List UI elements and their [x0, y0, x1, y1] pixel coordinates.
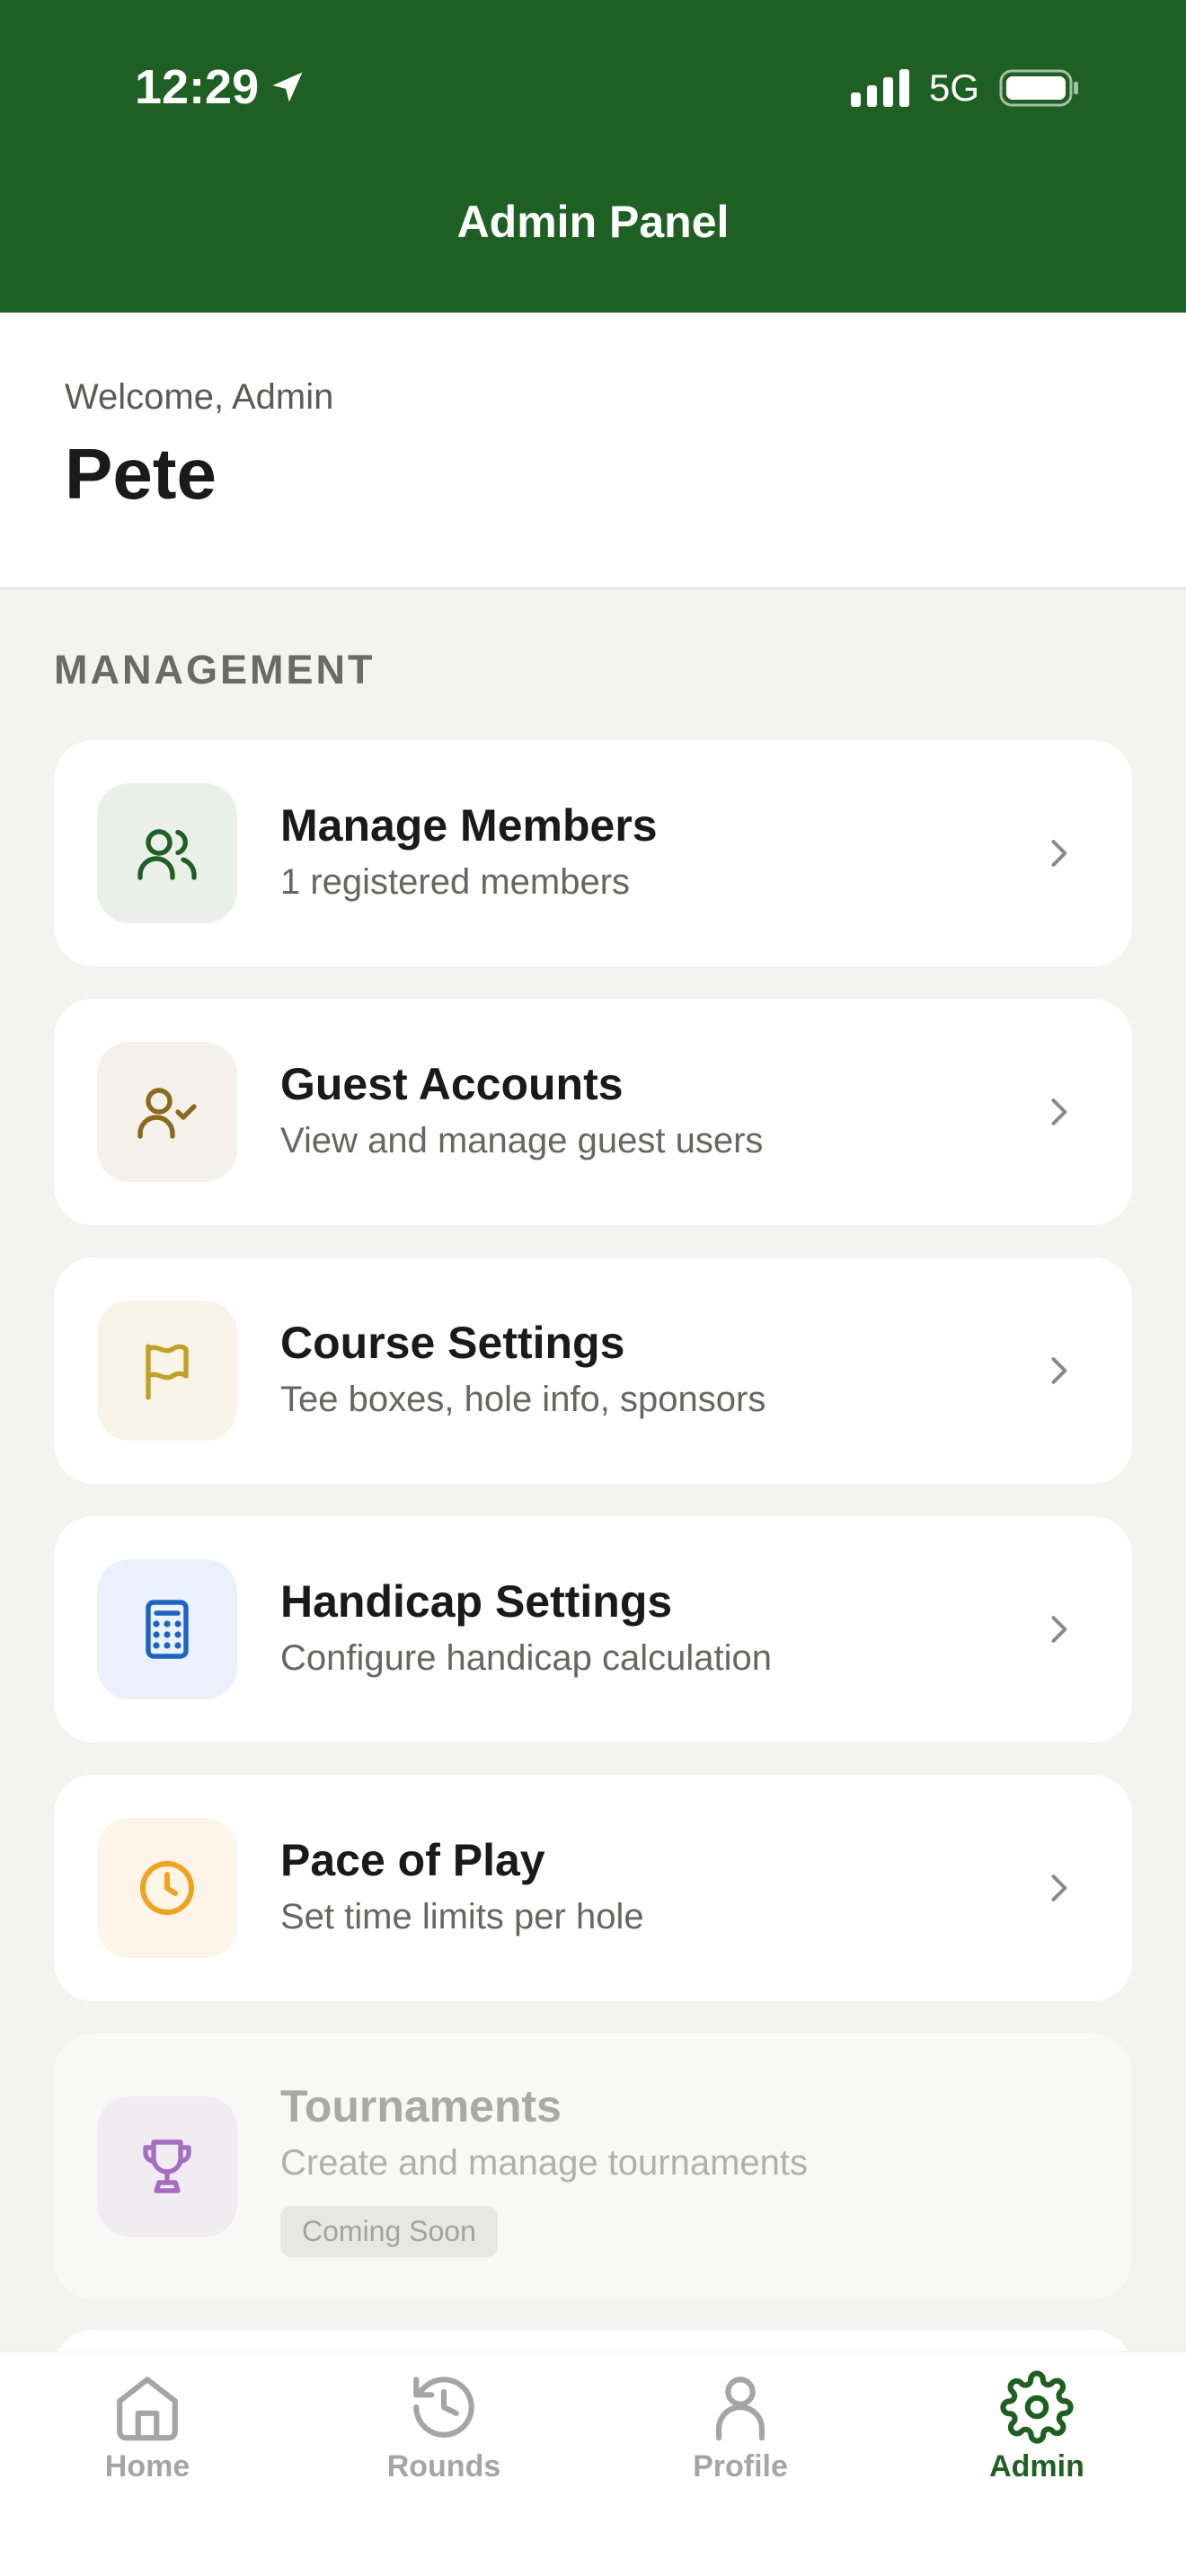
clock-icon [140, 1861, 194, 1915]
card-title: Guest Accounts [280, 1059, 624, 1109]
tab-label: Admin [989, 2449, 1084, 2483]
menu-item-pace-of-play[interactable]: Pace of Play Set time limits per hole [54, 1775, 1132, 2001]
tab-profile[interactable]: Profile [642, 2370, 839, 2514]
card-subtitle: 1 registered members [280, 862, 631, 902]
tab-admin[interactable]: Admin [938, 2370, 1136, 2514]
app-header: 12:29 5G Admin Panel [0, 0, 1186, 313]
tab-rounds[interactable]: Rounds [345, 2370, 543, 2514]
icon-container [97, 1042, 237, 1182]
status-time: 12:29 [135, 59, 307, 115]
signal-icon [850, 69, 909, 107]
icon-container [97, 1559, 237, 1699]
menu-item-tournaments: Tournaments Create and manage tournament… [54, 2033, 1132, 2299]
menu-item-course-settings[interactable]: Course Settings Tee boxes, hole info, sp… [54, 1257, 1132, 1484]
card-title: Handicap Settings [280, 1576, 673, 1627]
flag-icon [146, 1344, 189, 1400]
chevron-right-icon [1051, 1357, 1067, 1384]
card-subtitle: View and manage guest users [280, 1121, 764, 1160]
battery-icon [999, 69, 1078, 107]
menu-item-handicap-settings[interactable]: Handicap Settings Configure handicap cal… [54, 1516, 1132, 1742]
welcome-card: Welcome, Admin Pete [0, 313, 1186, 589]
card-subtitle: Set time limits per hole [280, 1897, 644, 1936]
card-title: Course Settings [280, 1318, 625, 1368]
location-arrow-icon [272, 72, 303, 102]
calculator-icon [146, 1600, 189, 1659]
card-subtitle: Tee boxes, hole info, sponsors [280, 1380, 766, 1419]
home-icon [117, 2377, 178, 2441]
card-title: Manage Members [280, 800, 658, 851]
icon-container [97, 2096, 237, 2236]
welcome-label: Welcome, Admin [65, 377, 334, 417]
chevron-right-icon [1051, 1616, 1067, 1643]
menu-item-guest-accounts[interactable]: Guest Accounts View and manage guest use… [54, 999, 1132, 1225]
chevron-right-icon [1051, 840, 1067, 867]
icon-container [97, 783, 237, 923]
welcome-name: Pete [65, 434, 217, 514]
gear-icon [1000, 2370, 1074, 2444]
coming-soon-badge: Coming Soon [280, 2206, 498, 2257]
page-title: Admin Panel [456, 197, 730, 247]
status-indicators: 5G [850, 66, 1080, 110]
trophy-icon [143, 2139, 191, 2193]
tab-label: Rounds [386, 2449, 501, 2483]
chevron-right-icon [1051, 1098, 1067, 1125]
users-icon [137, 829, 197, 880]
tab-bar: Home Rounds Profile Admin [0, 2351, 1186, 2576]
network-type: 5G [928, 66, 979, 109]
tab-label: Home [104, 2449, 190, 2483]
card-subtitle: Create and manage tournaments [280, 2143, 809, 2183]
card-title: Tournaments [280, 2081, 562, 2131]
icon-container [97, 1301, 237, 1441]
user-check-icon [137, 1088, 197, 1139]
section-title: MANAGEMENT [54, 647, 376, 693]
tab-home[interactable]: Home [49, 2370, 246, 2514]
card-subtitle: Configure handicap calculation [280, 1638, 773, 1678]
person-icon [716, 2377, 765, 2441]
tab-label: Profile [693, 2449, 788, 2483]
icon-container [97, 1818, 237, 1958]
chevron-right-icon [1051, 1875, 1067, 1901]
history-icon [413, 2377, 474, 2438]
menu-item-manage-members[interactable]: Manage Members 1 registered members [54, 740, 1132, 966]
card-title: Pace of Play [280, 1835, 545, 1885]
